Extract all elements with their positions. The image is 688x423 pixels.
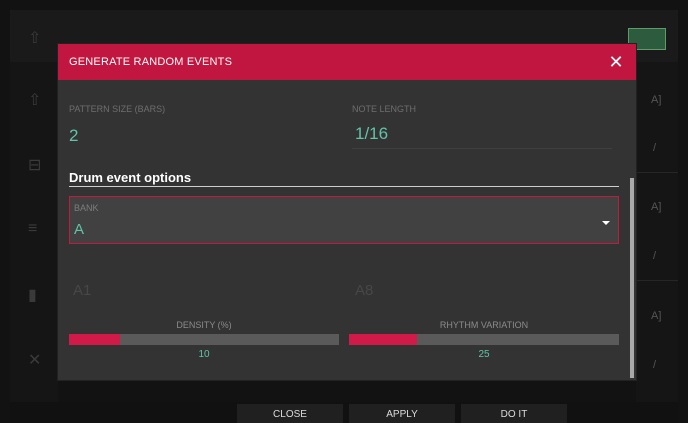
caret-down-icon — [602, 221, 610, 225]
pattern-size-label: PATTERN SIZE (BARS) — [69, 104, 166, 114]
apply-button[interactable]: APPLY — [349, 404, 455, 423]
note-length-label: NOTE LENGTH — [352, 104, 417, 114]
home-icon: ⇧ — [28, 92, 42, 109]
pad-end-value[interactable]: A8 — [355, 282, 373, 299]
section-divider — [69, 186, 619, 187]
rhythm-variation-slider[interactable] — [349, 334, 619, 345]
bracket-icon: A] — [651, 94, 662, 106]
generate-random-events-dialog: GENERATE RANDOM EVENTS ✕ PATTERN SIZE (B… — [58, 44, 636, 380]
bracket-icon: A] — [651, 201, 662, 213]
background-separator — [636, 280, 678, 281]
background-separator — [636, 172, 678, 173]
density-label: DENSITY (%) — [176, 320, 232, 330]
density-slider[interactable] — [69, 334, 339, 345]
grid-icon: ⊟ — [28, 157, 42, 174]
xy-icon: ✕ — [28, 352, 42, 369]
close-icon[interactable]: ✕ — [606, 51, 626, 73]
rhythm-variation-value: 25 — [478, 349, 490, 360]
pencil-icon: / — [653, 250, 657, 262]
rhythm-variation-label: RHYTHM VARIATION — [439, 320, 529, 330]
rhythm-variation-fill — [349, 334, 417, 345]
app-screen: ⇧ ⇧ ⊟ ≡ ▮ ✕ A] / A] / A] / GENERATE RAND… — [0, 0, 688, 423]
drum-event-options-title: Drum event options — [69, 170, 192, 185]
pencil-icon: / — [653, 142, 657, 154]
note-length-value[interactable]: 1/16 — [355, 124, 388, 144]
home-icon: ⇧ — [28, 30, 42, 47]
density-fill — [69, 334, 121, 345]
bank-value: A — [74, 221, 85, 238]
density-value: 10 — [198, 349, 210, 360]
bars-icon: ▮ — [28, 287, 37, 304]
bank-dropdown[interactable]: BANK A — [69, 196, 619, 244]
dialog-scrollbar[interactable] — [630, 178, 634, 378]
pencil-icon: / — [653, 359, 657, 371]
pattern-size-value[interactable]: 2 — [69, 126, 78, 146]
bank-label: BANK — [74, 203, 99, 213]
pad-start-value[interactable]: A1 — [73, 282, 91, 299]
mixer-icon: ≡ — [28, 220, 38, 237]
note-length-underline — [352, 148, 612, 149]
do-it-button[interactable]: DO IT — [461, 404, 567, 423]
close-button[interactable]: CLOSE — [237, 404, 343, 423]
dialog-header: GENERATE RANDOM EVENTS ✕ — [58, 44, 636, 80]
bracket-icon: A] — [651, 310, 662, 322]
bottom-button-bar — [10, 402, 678, 423]
dialog-title: GENERATE RANDOM EVENTS — [69, 56, 233, 68]
background-right-toolbar — [636, 62, 678, 402]
